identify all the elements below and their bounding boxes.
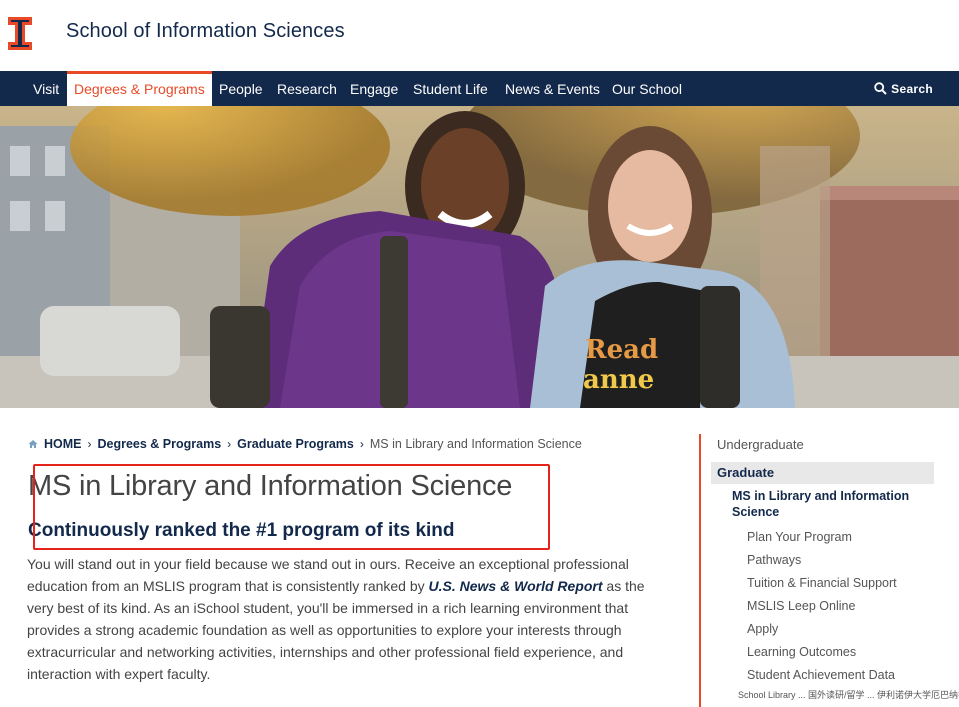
- breadcrumb-current: MS in Library and Information Science: [369, 437, 582, 451]
- breadcrumb-home[interactable]: HOME: [44, 437, 82, 451]
- nav-item-visit[interactable]: Visit: [26, 71, 66, 106]
- site-title[interactable]: School of Information Sciences: [66, 20, 345, 43]
- sidebar-item-graduate[interactable]: Graduate: [711, 462, 934, 484]
- chevron-right-icon: ›: [87, 437, 92, 451]
- breadcrumb-graduate-programs[interactable]: Graduate Programs: [237, 437, 354, 451]
- sidebar-subitems: Plan Your Program Pathways Tuition & Fin…: [711, 526, 934, 687]
- sidebar-item-tuition[interactable]: Tuition & Financial Support: [711, 572, 934, 595]
- us-news-link[interactable]: U.S. News & World Report: [429, 578, 603, 594]
- search-label: Search: [891, 81, 933, 96]
- nav-item-engage[interactable]: Engage: [343, 71, 405, 106]
- home-icon: [28, 440, 38, 448]
- sidebar-item-mslis[interactable]: MS in Library and Information Science: [711, 484, 934, 520]
- sidebar-item-apply[interactable]: Apply: [711, 618, 934, 641]
- main-nav: Visit Degrees & Programs People Research…: [0, 71, 959, 106]
- nav-item-research[interactable]: Research: [270, 71, 344, 106]
- nav-item-student-life[interactable]: Student Life: [406, 71, 495, 106]
- sidebar-item-pathways[interactable]: Pathways: [711, 549, 934, 572]
- intro-paragraph: You will stand out in your field because…: [27, 553, 667, 685]
- search-icon: [874, 82, 887, 95]
- nav-item-our-school[interactable]: Our School: [605, 71, 689, 106]
- sidebar-item-learning-outcomes[interactable]: Learning Outcomes: [711, 641, 934, 664]
- sidebar-item-student-achievement[interactable]: Student Achievement Data: [711, 664, 934, 687]
- block-i-logo[interactable]: [8, 17, 32, 50]
- search-button[interactable]: Search: [874, 71, 933, 106]
- nav-item-people[interactable]: People: [212, 71, 270, 106]
- svg-text:anne: anne: [583, 365, 654, 395]
- hero-photo: Read anne: [0, 106, 959, 408]
- site-header: School of Information Sciences: [0, 0, 959, 71]
- sidebar-item-undergraduate[interactable]: Undergraduate: [711, 434, 934, 456]
- watermark-overlay-text: School Library ... 国外读研/留学 ... 伊利诺伊大学厄巴纳…: [738, 690, 959, 700]
- sidebar-divider: [699, 434, 701, 707]
- chevron-right-icon: ›: [227, 437, 232, 451]
- sidebar-item-leep-online[interactable]: MSLIS Leep Online: [711, 595, 934, 618]
- svg-text:Read: Read: [585, 335, 658, 365]
- sidebar-item-plan-your-program[interactable]: Plan Your Program: [711, 526, 934, 549]
- nav-item-degrees-programs[interactable]: Degrees & Programs: [67, 71, 212, 106]
- highlight-annotation-box: [33, 464, 550, 550]
- breadcrumb: HOME › Degrees & Programs › Graduate Pro…: [28, 437, 582, 451]
- nav-item-news-events[interactable]: News & Events: [498, 71, 607, 106]
- chevron-right-icon: ›: [359, 437, 364, 451]
- breadcrumb-degrees-programs[interactable]: Degrees & Programs: [98, 437, 222, 451]
- section-sidebar: Undergraduate Graduate MS in Library and…: [711, 434, 934, 687]
